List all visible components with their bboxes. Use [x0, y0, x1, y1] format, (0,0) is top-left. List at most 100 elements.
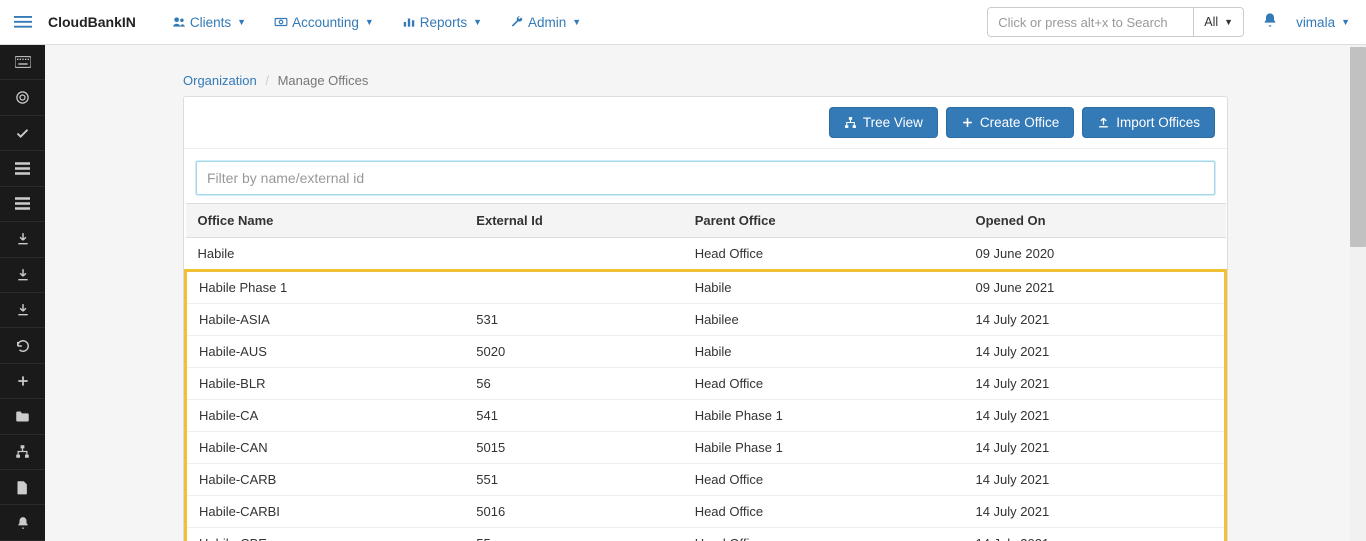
search-input[interactable]: [988, 8, 1193, 36]
table-row[interactable]: Habile-AUS5020Habile14 July 2021: [186, 336, 1226, 368]
sidebar-file-icon[interactable]: [0, 470, 45, 505]
money-icon: [274, 15, 288, 29]
cell-ext: 551: [466, 464, 684, 496]
nav-reports[interactable]: Reports▼: [402, 15, 482, 30]
offices-table: Office Name External Id Parent Office Op…: [184, 203, 1227, 541]
cell-name: Habile-CARB: [186, 464, 467, 496]
cell-parent: Habile: [685, 271, 966, 304]
chevron-down-icon: ▼: [365, 17, 374, 27]
cell-name: Habile-BLR: [186, 368, 467, 400]
sidebar-refresh-icon[interactable]: [0, 328, 45, 363]
table-row[interactable]: HabileHead Office09 June 2020: [186, 238, 1226, 271]
table-row[interactable]: Habile-CAN5015Habile Phase 114 July 2021: [186, 432, 1226, 464]
breadcrumb-current: Manage Offices: [278, 73, 369, 88]
cell-ext: [466, 238, 684, 271]
tree-view-button[interactable]: Tree View: [829, 107, 938, 138]
cell-opened: 14 July 2021: [965, 400, 1225, 432]
cell-opened: 14 July 2021: [965, 304, 1225, 336]
cell-parent: Habilee: [685, 304, 966, 336]
nav-clients[interactable]: Clients▼: [172, 15, 246, 30]
chevron-down-icon: ▼: [237, 17, 246, 27]
cell-opened: 14 July 2021: [965, 336, 1225, 368]
cell-parent: Head Office: [685, 238, 966, 271]
cell-opened: 14 July 2021: [965, 368, 1225, 400]
cell-opened: 09 June 2020: [965, 238, 1225, 271]
cell-parent: Head Office: [685, 496, 966, 528]
cell-opened: 14 July 2021: [965, 496, 1225, 528]
import-offices-button[interactable]: Import Offices: [1082, 107, 1215, 138]
cell-ext: 5016: [466, 496, 684, 528]
chevron-down-icon: ▼: [1341, 17, 1350, 27]
users-icon: [172, 15, 186, 29]
sidebar-download2-icon[interactable]: [0, 258, 45, 293]
user-menu[interactable]: vimala▼: [1296, 15, 1350, 30]
cell-ext: [466, 271, 684, 304]
nav-accounting[interactable]: Accounting▼: [274, 15, 374, 30]
brand-logo: CloudBankIN: [48, 14, 136, 30]
menu-toggle-icon[interactable]: [10, 9, 36, 35]
cell-opened: 14 July 2021: [965, 528, 1225, 541]
sidebar-folder-icon[interactable]: [0, 399, 45, 434]
cell-parent: Head Office: [685, 528, 966, 541]
table-row[interactable]: Habile Phase 1 Habile09 June 2021: [186, 271, 1226, 304]
sidebar-plus-icon[interactable]: [0, 364, 45, 399]
col-office-name[interactable]: Office Name: [186, 204, 467, 238]
col-opened-on[interactable]: Opened On: [965, 204, 1225, 238]
sidebar-sitemap-icon[interactable]: [0, 435, 45, 470]
cell-ext: 55: [466, 528, 684, 541]
bar-chart-icon: [402, 15, 416, 29]
table-row[interactable]: Habile-CBE55Head Office14 July 2021: [186, 528, 1226, 541]
cell-parent: Head Office: [685, 368, 966, 400]
plus-icon: [961, 116, 974, 129]
create-office-button[interactable]: Create Office: [946, 107, 1074, 138]
chevron-down-icon: ▼: [1224, 17, 1233, 27]
cell-parent: Habile Phase 1: [685, 432, 966, 464]
sidebar-bell-icon[interactable]: [0, 505, 45, 540]
col-external-id[interactable]: External Id: [466, 204, 684, 238]
top-navbar: CloudBankIN Clients▼ Accounting▼ Reports…: [0, 0, 1366, 45]
cell-name: Habile Phase 1: [186, 271, 467, 304]
cell-name: Habile-AUS: [186, 336, 467, 368]
sidebar-keyboard-icon[interactable]: [0, 45, 45, 80]
sidebar-list-icon[interactable]: [0, 151, 45, 186]
offices-panel: Tree View Create Office Import Offices: [183, 96, 1228, 541]
breadcrumb-organization-link[interactable]: Organization: [183, 73, 257, 88]
cell-opened: 14 July 2021: [965, 432, 1225, 464]
cell-parent: Head Office: [685, 464, 966, 496]
cell-name: Habile-CARBI: [186, 496, 467, 528]
wrench-icon: [510, 15, 524, 29]
chevron-down-icon: ▼: [572, 17, 581, 27]
col-parent-office[interactable]: Parent Office: [685, 204, 966, 238]
sidebar-download1-icon[interactable]: [0, 222, 45, 257]
table-row[interactable]: Habile-BLR56Head Office14 July 2021: [186, 368, 1226, 400]
upload-icon: [1097, 116, 1110, 129]
cell-ext: 5015: [466, 432, 684, 464]
cell-name: Habile-CBE: [186, 528, 467, 541]
notifications-icon[interactable]: [1262, 12, 1278, 33]
cell-opened: 14 July 2021: [965, 464, 1225, 496]
cell-name: Habile-CAN: [186, 432, 467, 464]
cell-ext: 56: [466, 368, 684, 400]
sidebar-download3-icon[interactable]: [0, 293, 45, 328]
global-search: All▼: [987, 7, 1244, 37]
nav-admin[interactable]: Admin▼: [510, 15, 581, 30]
table-row[interactable]: Habile-CARB551Head Office14 July 2021: [186, 464, 1226, 496]
chevron-down-icon: ▼: [473, 17, 482, 27]
table-row[interactable]: Habile-ASIA531Habilee14 July 2021: [186, 304, 1226, 336]
left-sidebar: [0, 45, 45, 541]
cell-name: Habile-CA: [186, 400, 467, 432]
table-row[interactable]: Habile-CARBI5016Head Office14 July 2021: [186, 496, 1226, 528]
breadcrumb: Organization / Manage Offices: [183, 73, 1228, 88]
sidebar-check-icon[interactable]: [0, 116, 45, 151]
cell-ext: 5020: [466, 336, 684, 368]
table-row[interactable]: Habile-CA541Habile Phase 114 July 2021: [186, 400, 1226, 432]
sidebar-target-icon[interactable]: [0, 80, 45, 115]
cell-opened: 09 June 2021: [965, 271, 1225, 304]
search-scope-dropdown[interactable]: All▼: [1193, 8, 1243, 36]
filter-input[interactable]: [196, 161, 1215, 195]
cell-parent: Habile: [685, 336, 966, 368]
sidebar-list2-icon[interactable]: [0, 187, 45, 222]
page-scrollbar[interactable]: [1350, 45, 1366, 541]
cell-ext: 541: [466, 400, 684, 432]
cell-name: Habile-ASIA: [186, 304, 467, 336]
